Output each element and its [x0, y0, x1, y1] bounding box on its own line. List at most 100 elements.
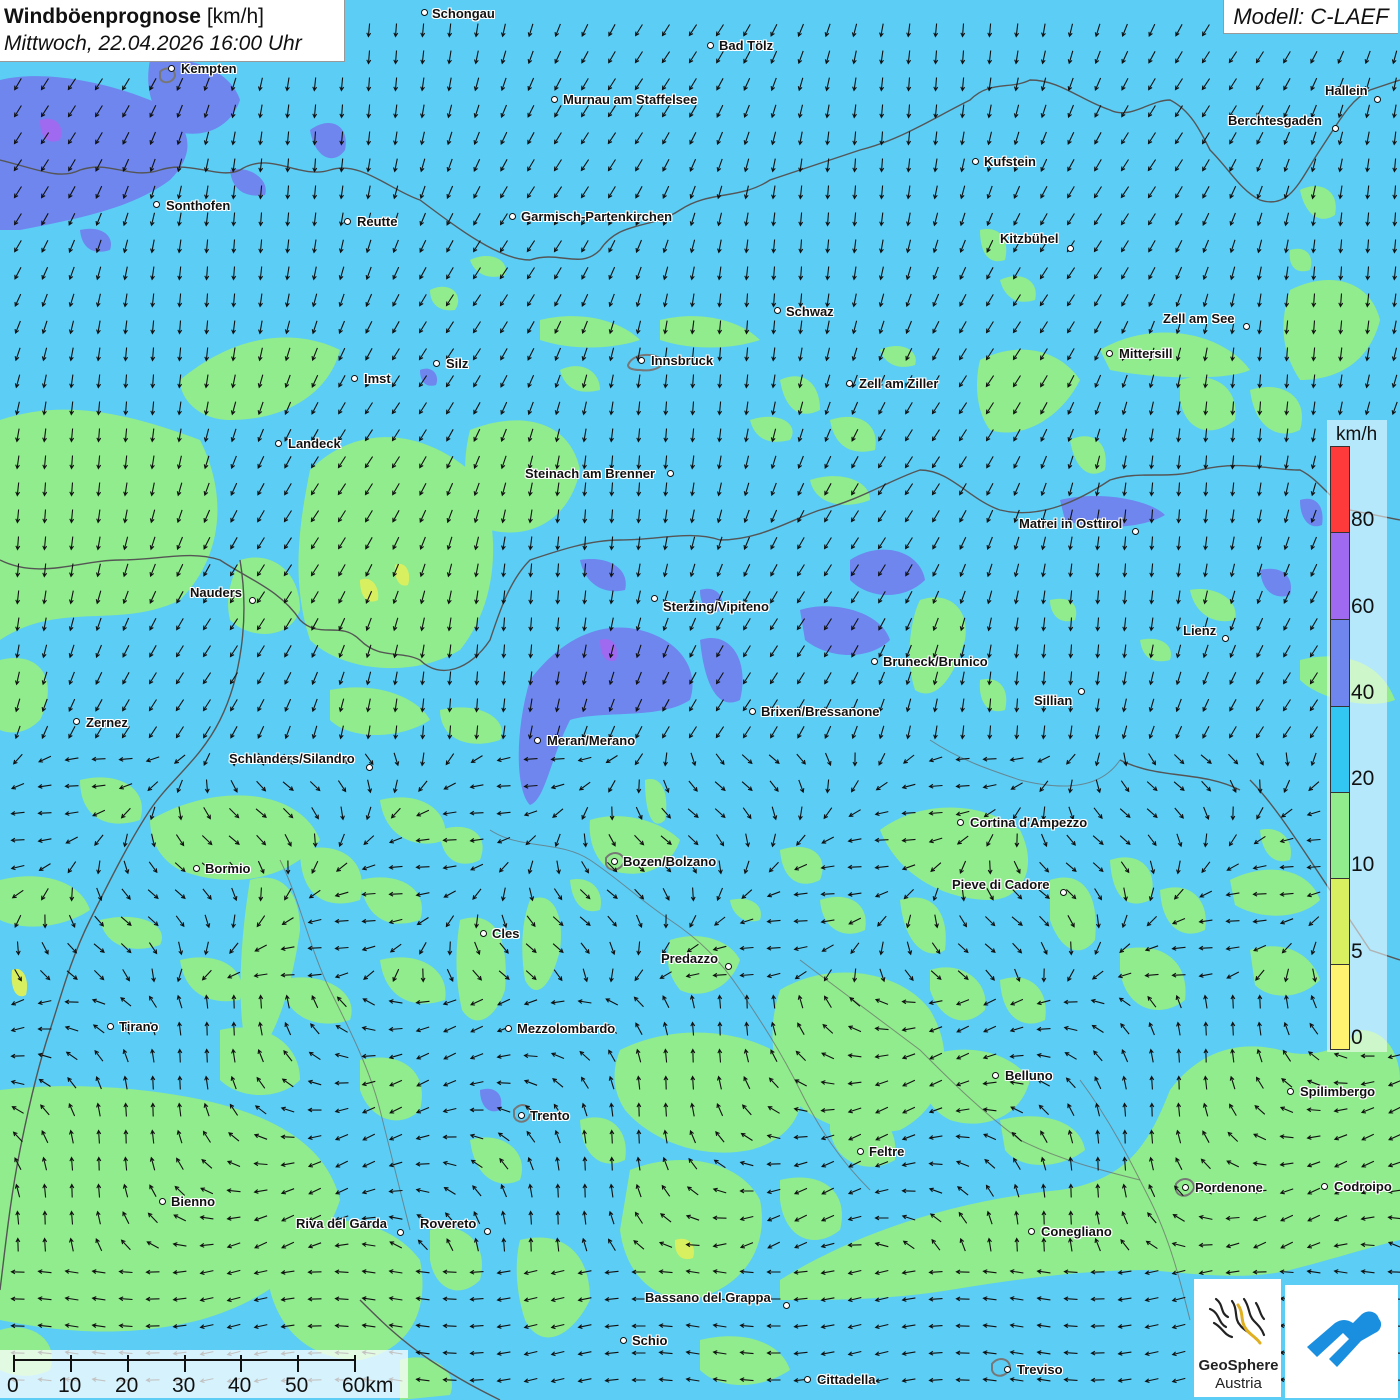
wind-arrow-icon — [523, 1269, 538, 1276]
wind-arrow-icon — [766, 1350, 781, 1356]
city-marker — [871, 658, 878, 665]
wind-arrow-icon — [582, 1183, 588, 1198]
wind-arrow-icon — [928, 810, 943, 816]
wind-arrow-icon — [717, 239, 722, 254]
wind-arrow-icon — [229, 672, 238, 685]
wind-arrow-icon — [1338, 374, 1343, 389]
wind-arrow-icon — [1067, 455, 1074, 470]
wind-arrow-icon — [796, 834, 806, 846]
legend-label: 80 — [1351, 508, 1375, 531]
wind-arrow-icon — [311, 671, 319, 686]
wind-arrow-icon — [204, 293, 210, 308]
wind-arrow-icon — [662, 563, 669, 578]
wind-arrow-icon — [150, 455, 155, 470]
wind-arrow-icon — [554, 132, 562, 145]
wind-arrow-icon — [14, 914, 22, 928]
wind-arrow-icon — [149, 536, 156, 551]
wind-arrow-icon — [231, 185, 237, 200]
wind-arrow-icon — [1095, 1129, 1101, 1144]
wind-arrow-icon — [145, 1269, 160, 1275]
wind-arrow-icon — [176, 104, 183, 119]
wind-arrow-icon — [1041, 671, 1047, 686]
wind-arrow-icon — [931, 483, 940, 496]
wind-arrow-icon — [1283, 617, 1291, 631]
wind-arrow-icon — [199, 1270, 214, 1276]
wind-arrow-icon — [1306, 1135, 1321, 1140]
wind-arrow-icon — [67, 942, 78, 954]
wind-arrow-icon — [604, 1296, 619, 1302]
wind-arrow-icon — [771, 806, 778, 821]
wind-arrow-icon — [744, 266, 750, 281]
wind-arrow-icon — [388, 1161, 403, 1168]
wind-arrow-icon — [41, 888, 49, 901]
wind-arrow-icon — [982, 1107, 997, 1112]
city-label: Brixen/Bressanone — [761, 704, 880, 719]
wind-arrow-icon — [689, 131, 697, 145]
city-marker — [1004, 1366, 1011, 1373]
wind-arrow-icon — [956, 1025, 970, 1033]
wind-arrow-icon — [743, 1076, 751, 1090]
wind-arrow-icon — [1176, 401, 1181, 416]
city-marker — [1182, 1184, 1189, 1191]
city-marker — [804, 1376, 811, 1383]
wind-arrow-icon — [904, 969, 914, 982]
wind-arrow-icon — [256, 591, 266, 604]
wind-arrow-icon — [1171, 972, 1186, 978]
wind-gust-map[interactable]: Schongau Bad Tölz Kempten Murnau am Staf… — [0, 0, 1400, 1400]
wind-arrow-icon — [91, 1296, 106, 1301]
wind-arrow-icon — [636, 1129, 642, 1144]
city-label: Kufstein — [984, 154, 1036, 169]
wind-arrow-icon — [874, 837, 889, 843]
wind-arrow-icon — [770, 23, 778, 37]
wind-arrow-icon — [257, 401, 264, 416]
wind-arrow-icon — [367, 779, 373, 794]
wind-arrow-icon — [689, 266, 695, 281]
wind-arrow-icon — [1229, 617, 1236, 632]
wind-arrow-icon — [1392, 185, 1398, 200]
city-marker — [857, 1148, 864, 1155]
city-label: Zell am Ziller — [859, 376, 939, 391]
wind-arrow-icon — [420, 968, 426, 983]
wind-arrow-icon — [255, 808, 267, 818]
wind-arrow-icon — [794, 970, 807, 980]
wind-arrow-icon — [928, 756, 943, 763]
wind-arrow-icon — [473, 213, 481, 226]
wind-arrow-icon — [258, 887, 264, 902]
wind-arrow-icon — [554, 320, 562, 334]
wind-arrow-icon — [1203, 482, 1209, 497]
wind-arrow-icon — [257, 725, 265, 739]
wind-arrow-icon — [307, 1296, 322, 1302]
wind-arrow-icon — [1284, 239, 1289, 254]
wind-arrow-icon — [361, 1053, 376, 1059]
wind-arrow-icon — [68, 590, 74, 605]
wind-arrow-icon — [473, 402, 481, 415]
wind-arrow-icon — [523, 1296, 538, 1303]
weather-app-logo[interactable] — [1285, 1285, 1398, 1398]
wind-arrow-icon — [284, 293, 290, 308]
wind-arrow-icon — [285, 185, 291, 200]
city-label: Meran/Merano — [547, 733, 636, 748]
wind-arrow-icon — [797, 1022, 805, 1035]
wind-arrow-icon — [1391, 374, 1398, 389]
wind-arrow-icon — [203, 482, 210, 497]
wind-arrow-icon — [364, 753, 374, 766]
wind-arrow-icon — [554, 347, 562, 362]
scale-label: 50 — [285, 1374, 309, 1397]
wind-arrow-icon — [334, 972, 349, 979]
wind-arrow-icon — [284, 320, 291, 335]
city-marker — [846, 380, 853, 387]
wind-arrow-icon — [1360, 1107, 1375, 1114]
wind-arrow-icon — [527, 132, 535, 145]
wind-arrow-icon — [254, 944, 267, 952]
wind-arrow-icon — [1146, 808, 1158, 819]
wind-arrow-icon — [662, 671, 670, 685]
wind-arrow-icon — [122, 509, 128, 524]
wind-arrow-icon — [582, 833, 588, 848]
wind-arrow-icon — [851, 456, 859, 469]
wind-arrow-icon — [1338, 347, 1343, 362]
wind-arrow-icon — [203, 752, 211, 766]
wind-arrow-icon — [1333, 1269, 1348, 1274]
wind-arrow-icon — [714, 916, 726, 926]
wind-arrow-icon — [122, 1183, 129, 1198]
wind-arrow-icon — [983, 1025, 997, 1033]
